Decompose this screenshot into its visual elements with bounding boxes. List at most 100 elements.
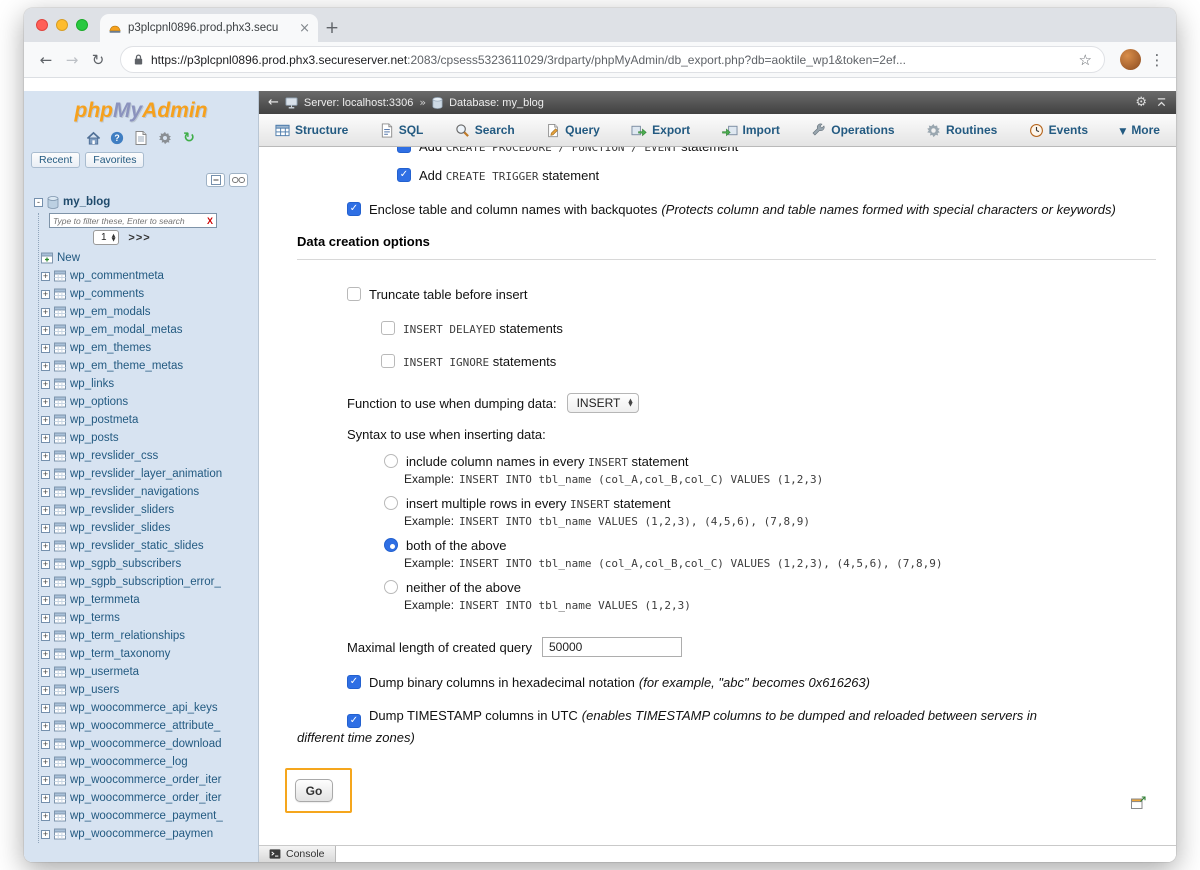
sidebar-table-wp_postmeta[interactable]: +wp_postmeta bbox=[41, 411, 254, 429]
checkbox[interactable]: ✓ bbox=[397, 147, 411, 153]
expand-icon[interactable]: + bbox=[41, 704, 50, 713]
sidebar-table-wp_term_taxonomy[interactable]: +wp_term_taxonomy bbox=[41, 645, 254, 663]
browser-menu-icon[interactable]: ⋮ bbox=[1148, 51, 1166, 69]
sidebar-table-wp_woocommerce_download[interactable]: +wp_woocommerce_download bbox=[41, 735, 254, 753]
sidebar-table-wp_comments[interactable]: +wp_comments bbox=[41, 285, 254, 303]
radio-button[interactable] bbox=[384, 580, 398, 594]
expand-icon[interactable]: + bbox=[41, 740, 50, 749]
breadcrumb-database[interactable]: Database: my_blog bbox=[449, 97, 544, 109]
profile-avatar[interactable] bbox=[1120, 49, 1141, 70]
sidebar-table-wp_links[interactable]: +wp_links bbox=[41, 375, 254, 393]
new-tab-button[interactable]: + bbox=[318, 15, 346, 41]
favorites-button[interactable]: Favorites bbox=[85, 152, 144, 168]
address-bar[interactable]: https://p3plcpnl0896.prod.phx3.secureser… bbox=[120, 46, 1105, 73]
max-length-input[interactable] bbox=[542, 637, 682, 657]
expand-icon[interactable]: + bbox=[41, 614, 50, 623]
collapse-all-icon[interactable] bbox=[206, 173, 225, 187]
expand-icon[interactable]: + bbox=[41, 812, 50, 821]
help-icon[interactable]: ? bbox=[109, 129, 126, 146]
option-insert-delayed[interactable]: INSERT DELAYED statements bbox=[381, 320, 1156, 336]
sidebar-table-wp_revslider_css[interactable]: +wp_revslider_css bbox=[41, 447, 254, 465]
expand-icon[interactable]: + bbox=[41, 722, 50, 731]
database-item-my_blog[interactable]: - my_blog bbox=[34, 193, 254, 211]
forward-icon[interactable]: → bbox=[60, 48, 84, 72]
sidebar-table-wp_options[interactable]: +wp_options bbox=[41, 393, 254, 411]
reload-navigation-icon[interactable]: ↻ bbox=[181, 129, 198, 146]
scroll-top-icon[interactable] bbox=[1156, 97, 1167, 108]
expand-icon[interactable]: + bbox=[41, 506, 50, 515]
filter-input[interactable] bbox=[53, 215, 204, 227]
expand-icon[interactable]: + bbox=[41, 650, 50, 659]
checkbox[interactable] bbox=[381, 354, 395, 368]
docs-icon[interactable] bbox=[133, 129, 150, 146]
tab-export[interactable]: Export bbox=[629, 114, 692, 146]
sidebar-table-wp_revslider_sliders[interactable]: +wp_revslider_sliders bbox=[41, 501, 254, 519]
expand-icon[interactable]: + bbox=[41, 398, 50, 407]
expand-icon[interactable]: + bbox=[41, 488, 50, 497]
sidebar-table-wp_sgpb_subscribers[interactable]: +wp_sgpb_subscribers bbox=[41, 555, 254, 573]
phpmyadmin-logo[interactable]: phpMyAdmin bbox=[24, 91, 258, 125]
clear-filter-icon[interactable]: X bbox=[207, 216, 213, 226]
expand-icon[interactable]: + bbox=[41, 830, 50, 839]
expand-icon[interactable]: + bbox=[41, 758, 50, 767]
sidebar-table-wp_term_relationships[interactable]: +wp_term_relationships bbox=[41, 627, 254, 645]
sidebar-table-wp_commentmeta[interactable]: +wp_commentmeta bbox=[41, 267, 254, 285]
option-enclose-backquotes[interactable]: ✓ Enclose table and column names with ba… bbox=[347, 201, 1156, 217]
sidebar-table-wp_em_theme_metas[interactable]: +wp_em_theme_metas bbox=[41, 357, 254, 375]
expand-icon[interactable]: + bbox=[41, 776, 50, 785]
expand-icon[interactable]: + bbox=[41, 290, 50, 299]
option-hex-binary[interactable]: ✓ Dump binary columns in hexadecimal not… bbox=[347, 674, 1156, 690]
sidebar-table-wp_em_modal_metas[interactable]: +wp_em_modal_metas bbox=[41, 321, 254, 339]
minimize-window-button[interactable] bbox=[56, 19, 68, 31]
radio-row[interactable]: insert multiple rows in every INSERT sta… bbox=[384, 495, 1156, 511]
radio-button[interactable] bbox=[384, 538, 398, 552]
next-pages-link[interactable]: >>> bbox=[128, 232, 150, 244]
sidebar-table-wp_usermeta[interactable]: +wp_usermeta bbox=[41, 663, 254, 681]
radio-row[interactable]: both of the above bbox=[384, 537, 1156, 553]
expand-icon[interactable]: + bbox=[41, 362, 50, 371]
home-icon[interactable] bbox=[85, 129, 102, 146]
tab-search[interactable]: Search bbox=[453, 114, 517, 146]
tab-query[interactable]: Query bbox=[544, 114, 602, 146]
checkbox[interactable]: ✓ bbox=[347, 675, 361, 689]
sidebar-table-wp_em_modals[interactable]: +wp_em_modals bbox=[41, 303, 254, 321]
radio-row[interactable]: include column names in every INSERT sta… bbox=[384, 453, 1156, 469]
breadcrumb-server[interactable]: Server: localhost:3306 bbox=[304, 97, 413, 109]
tab-events[interactable]: Events bbox=[1027, 114, 1090, 146]
option-utc-timestamp[interactable]: ✓Dump TIMESTAMP columns in UTC(enables T… bbox=[297, 706, 1062, 748]
expand-icon[interactable]: + bbox=[41, 668, 50, 677]
collapse-navigation-icon[interactable]: ← bbox=[268, 95, 279, 110]
option-truncate-table[interactable]: Truncate table before insert bbox=[347, 286, 1156, 302]
settings-icon[interactable] bbox=[157, 129, 174, 146]
expand-icon[interactable]: + bbox=[41, 272, 50, 281]
expand-icon[interactable]: + bbox=[41, 380, 50, 389]
reload-icon[interactable]: ↻ bbox=[86, 48, 110, 72]
new-table-item[interactable]: New bbox=[41, 249, 254, 267]
tab-close-icon[interactable]: × bbox=[299, 22, 310, 35]
option-add-create-trigger[interactable]: ✓ Add CREATE TRIGGER statement bbox=[397, 167, 1156, 183]
browser-tab[interactable]: p3plcpnl0896.prod.phx3.secu × bbox=[100, 14, 318, 42]
sidebar-table-wp_users[interactable]: +wp_users bbox=[41, 681, 254, 699]
expand-icon[interactable]: + bbox=[41, 578, 50, 587]
checkbox[interactable] bbox=[381, 321, 395, 335]
expand-icon[interactable]: + bbox=[41, 434, 50, 443]
expand-icon[interactable]: + bbox=[41, 794, 50, 803]
tab-more[interactable]: ▼More bbox=[1117, 114, 1162, 146]
tab-routines[interactable]: Routines bbox=[924, 114, 999, 146]
radio-row[interactable]: neither of the above bbox=[384, 579, 1156, 595]
expand-icon[interactable]: + bbox=[41, 416, 50, 425]
zoom-window-button[interactable] bbox=[76, 19, 88, 31]
sidebar-table-wp_termmeta[interactable]: +wp_termmeta bbox=[41, 591, 254, 609]
bookmark-star-icon[interactable]: ☆ bbox=[1079, 51, 1092, 69]
go-button[interactable]: Go bbox=[295, 779, 333, 802]
unlink-panel-icon[interactable] bbox=[229, 173, 248, 187]
expand-icon[interactable]: + bbox=[41, 452, 50, 461]
option-insert-ignore[interactable]: INSERT IGNORE statements bbox=[381, 353, 1156, 369]
expand-icon[interactable]: + bbox=[41, 542, 50, 551]
console-toggle[interactable]: Console bbox=[259, 846, 336, 862]
expand-icon[interactable]: + bbox=[41, 560, 50, 569]
sidebar-table-wp_revslider_layer_animation[interactable]: +wp_revslider_layer_animation bbox=[41, 465, 254, 483]
sidebar-table-wp_woocommerce_log[interactable]: +wp_woocommerce_log bbox=[41, 753, 254, 771]
sidebar-table-wp_terms[interactable]: +wp_terms bbox=[41, 609, 254, 627]
sidebar-table-wp_woocommerce_order_iter[interactable]: +wp_woocommerce_order_iter bbox=[41, 789, 254, 807]
